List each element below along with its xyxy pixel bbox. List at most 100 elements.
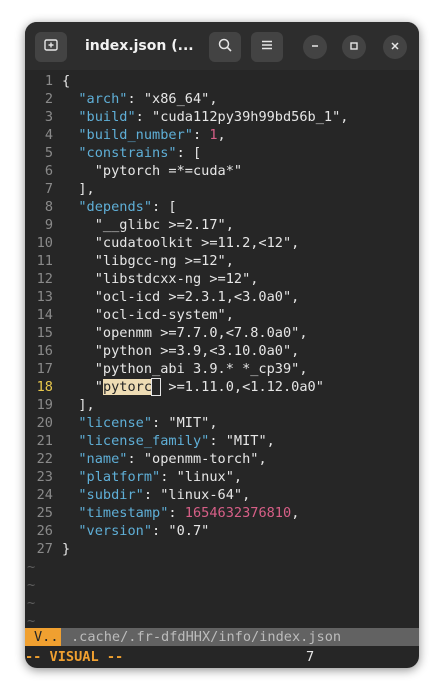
code-line[interactable]: 7 ], bbox=[25, 180, 419, 198]
selection-count: 7 bbox=[306, 649, 315, 665]
code-token: , bbox=[258, 451, 267, 467]
line-number: 13 bbox=[36, 289, 53, 305]
line-content: "ocl-icd >=2.3.1,<3.0a0", bbox=[62, 288, 300, 306]
code-line[interactable]: 14 "ocl-icd-system", bbox=[25, 306, 419, 324]
menu-button[interactable] bbox=[251, 32, 283, 62]
terminal-window: index.json (... 1{2 "arch": "x86_64", 3 … bbox=[25, 22, 419, 668]
editor-buffer[interactable]: 1{2 "arch": "x86_64", 3 "build": "cuda112… bbox=[25, 70, 419, 629]
line-number: 4 bbox=[44, 127, 53, 143]
line-content: "arch": "x86_64", bbox=[62, 90, 217, 108]
code-line[interactable]: 16 "python >=3.9,<3.10.0a0", bbox=[25, 342, 419, 360]
code-line[interactable]: 22 "name": "openmm-torch", bbox=[25, 450, 419, 468]
code-token: , bbox=[225, 217, 234, 233]
code-token: "MIT" bbox=[225, 433, 267, 449]
code-token: "libgcc-ng >=12" bbox=[94, 253, 226, 269]
code-token: , bbox=[217, 127, 226, 143]
code-token: "linux" bbox=[176, 469, 234, 485]
search-button[interactable] bbox=[209, 32, 241, 62]
line-number: 9 bbox=[44, 217, 53, 233]
code-token: , bbox=[233, 469, 243, 485]
line-number: 18 bbox=[36, 379, 53, 395]
line-content: "name": "openmm-torch", bbox=[62, 450, 267, 468]
code-line[interactable]: 9 "__glibc >=2.17", bbox=[25, 216, 419, 234]
minimize-button[interactable] bbox=[303, 35, 327, 59]
tilde-marker: ~ bbox=[27, 577, 36, 593]
code-token: : bbox=[209, 433, 226, 449]
code-line[interactable]: 21 "license_family": "MIT", bbox=[25, 432, 419, 450]
line-number: 14 bbox=[36, 307, 53, 323]
code-token: "ocl-icd >=2.3.1,<3.0a0" bbox=[94, 289, 292, 305]
code-line[interactable]: 23 "platform": "linux", bbox=[25, 468, 419, 486]
code-line[interactable]: 5 "constrains": [ bbox=[25, 144, 419, 162]
code-line[interactable]: 6 "pytorch =*=cuda*" bbox=[25, 162, 419, 180]
line-number: 11 bbox=[36, 253, 53, 269]
line-number: 23 bbox=[36, 469, 53, 485]
code-line[interactable]: 3 "build": "cuda112py39h99bd56b_1", bbox=[25, 108, 419, 126]
line-content: "python >=3.9,<3.10.0a0", bbox=[62, 342, 300, 360]
line-content: "timestamp": 1654632376810, bbox=[62, 504, 299, 522]
window-title: index.json (... bbox=[85, 38, 194, 54]
code-token: 1 bbox=[209, 127, 218, 143]
code-line[interactable]: 10 "cudatoolkit >=11.2,<12", bbox=[25, 234, 419, 252]
file-path: .cache/.fr-dfdHHX/info/index.json bbox=[71, 629, 342, 645]
command-line[interactable]: -- VISUAL -- 7 bbox=[25, 646, 419, 668]
code-line[interactable]: 26 "version": "0.7" bbox=[25, 522, 419, 540]
code-line[interactable]: 24 "subdir": "linux-64", bbox=[25, 486, 419, 504]
code-token: : bbox=[143, 487, 161, 503]
code-line[interactable]: 11 "libgcc-ng >=12", bbox=[25, 252, 419, 270]
code-token: "pytorch =*=cuda*" bbox=[94, 163, 243, 179]
code-token: , bbox=[291, 505, 300, 521]
code-token: "openmm >=7.7.0,<7.8.0a0" bbox=[94, 325, 300, 341]
line-number: 26 bbox=[36, 523, 53, 539]
code-line[interactable]: 20 "license": "MIT", bbox=[25, 414, 419, 432]
new-tab-button[interactable] bbox=[35, 32, 67, 62]
line-number: 1 bbox=[44, 73, 53, 89]
code-line[interactable]: 27} bbox=[25, 540, 419, 558]
code-line[interactable]: 19 ], bbox=[25, 396, 419, 414]
close-button[interactable] bbox=[383, 35, 407, 59]
empty-line-marker: ~ bbox=[25, 558, 419, 576]
line-number: 5 bbox=[44, 145, 53, 161]
line-content: "python_abi 3.9.* *_cp39", bbox=[62, 360, 308, 378]
code-token: "constrains" bbox=[78, 145, 177, 161]
minimize-icon bbox=[310, 38, 320, 56]
code-line[interactable]: 1{ bbox=[25, 72, 419, 90]
code-line[interactable]: 18 "pytorch >=1.11.0,<1.12.0a0" bbox=[25, 378, 419, 396]
line-content: "pytorch >=1.11.0,<1.12.0a0" bbox=[62, 378, 324, 396]
visual-selection: pytorc bbox=[102, 379, 153, 395]
code-token: : bbox=[192, 127, 210, 143]
code-line[interactable]: 2 "arch": "x86_64", bbox=[25, 90, 419, 108]
code-token: : bbox=[160, 469, 177, 485]
code-line[interactable]: 12 "libstdcxx-ng >=12", bbox=[25, 270, 419, 288]
status-line: V.. .cache/.fr-dfdHHX/info/index.json bbox=[25, 628, 419, 646]
code-line[interactable]: 25 "timestamp": 1654632376810, bbox=[25, 504, 419, 522]
code-line[interactable]: 4 "build_number": 1, bbox=[25, 126, 419, 144]
code-line[interactable]: 15 "openmm >=7.7.0,<7.8.0a0", bbox=[25, 324, 419, 342]
maximize-button[interactable] bbox=[342, 35, 366, 59]
code-token: , bbox=[340, 109, 349, 125]
code-line[interactable]: 8 "depends": [ bbox=[25, 198, 419, 216]
close-icon bbox=[390, 38, 400, 56]
code-token: "MIT" bbox=[168, 415, 210, 431]
line-number: 20 bbox=[36, 415, 53, 431]
code-token: "x86_64" bbox=[143, 91, 210, 107]
code-token: : bbox=[152, 415, 169, 431]
code-line[interactable]: 13 "ocl-icd >=2.3.1,<3.0a0", bbox=[25, 288, 419, 306]
code-token: , bbox=[299, 325, 308, 341]
code-line[interactable]: 17 "python_abi 3.9.* *_cp39", bbox=[25, 360, 419, 378]
code-token: "subdir" bbox=[78, 487, 144, 503]
line-content: "version": "0.7" bbox=[62, 522, 209, 540]
line-number: 15 bbox=[36, 325, 53, 341]
code-token: , bbox=[291, 343, 300, 359]
code-token: , bbox=[242, 487, 251, 503]
